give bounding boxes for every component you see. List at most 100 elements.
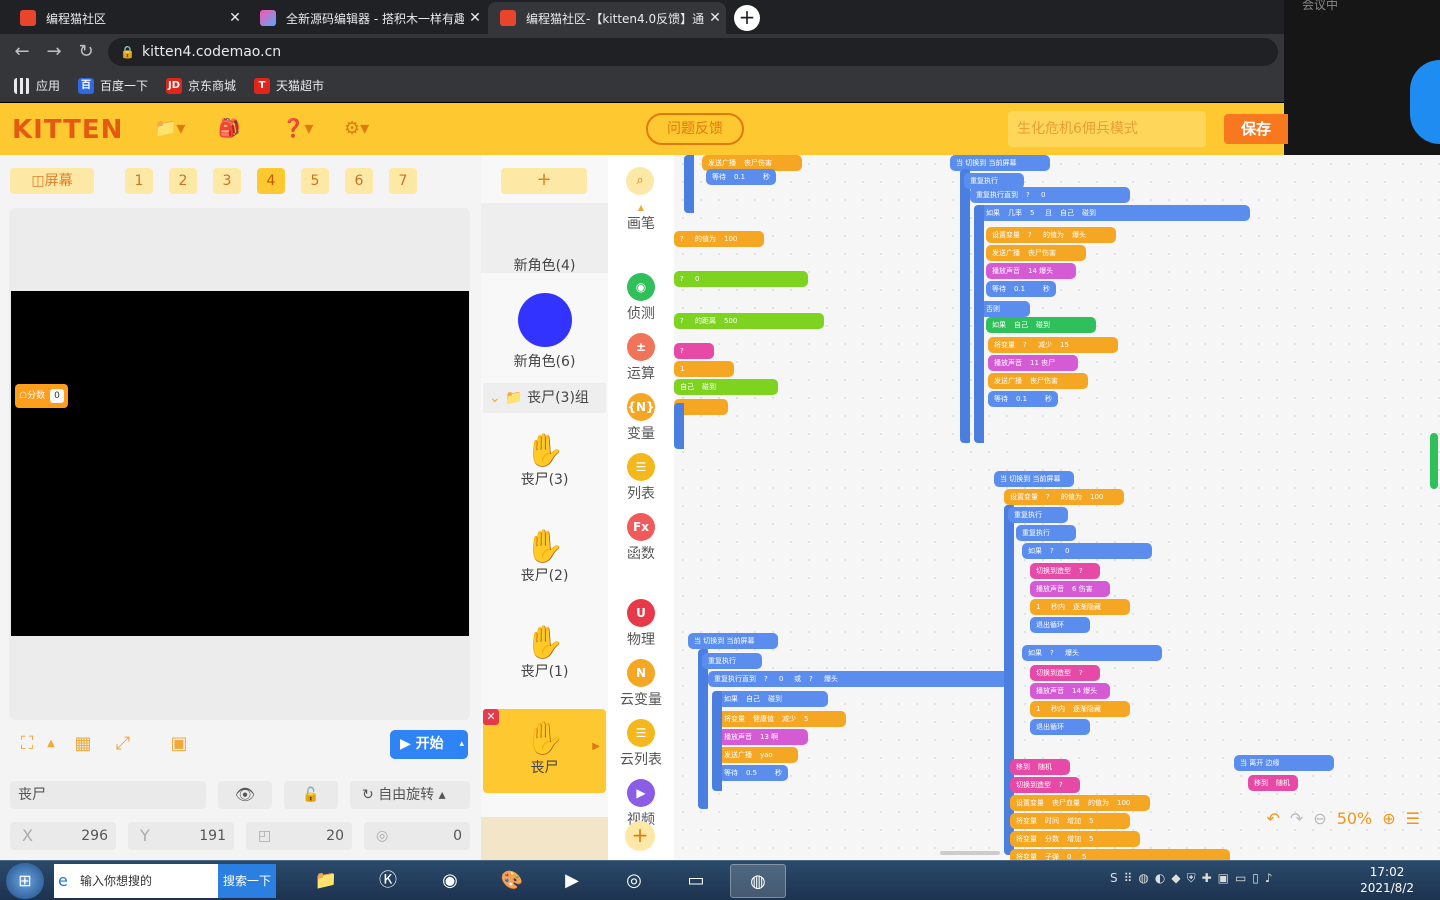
add-extension-button[interactable]: + <box>625 821 655 851</box>
stage-canvas[interactable] <box>11 291 469 636</box>
category-pen[interactable]: ✎画笔 <box>608 213 674 233</box>
meeting-app-icon[interactable]: ▭ <box>668 864 724 898</box>
category-detect[interactable]: ◉ 侦测 <box>608 273 674 323</box>
sprite-item[interactable]: 新角色(4) <box>481 203 608 274</box>
hat-block[interactable]: 当 切换到 当前屏幕 <box>688 633 778 649</box>
close-tab-icon[interactable]: ✕ <box>704 10 726 26</box>
forever-frame[interactable] <box>960 169 972 443</box>
arrange-icon[interactable]: ☰ <box>1406 809 1420 828</box>
scene-tab-2[interactable]: 2 <box>169 168 197 194</box>
bookmark-apps[interactable]: 应用 <box>14 76 60 96</box>
code-block[interactable]: 播放声音 6 伤害 <box>1030 581 1110 597</box>
browser-tab-active[interactable]: 编程猫社区-【kitten4.0反馈】通 ✕ <box>488 2 726 34</box>
code-block[interactable]: 退出循环 <box>1030 719 1090 735</box>
url-input[interactable]: 🔒 kitten4.codemao.cn <box>108 38 1278 66</box>
code-block[interactable]: 移到 随机 <box>1010 759 1070 775</box>
screen-button[interactable]: ◫屏幕 <box>10 168 94 194</box>
chevron-up-icon[interactable]: ▴ <box>459 730 464 759</box>
explorer-icon[interactable]: 📁 <box>298 864 354 898</box>
rotation-mode-select[interactable]: ↻ 自由旋转 ▴ <box>350 781 470 809</box>
feedback-button[interactable]: 问题反馈 <box>646 113 744 145</box>
taskbar-search-button[interactable]: 搜索一下 <box>218 864 276 898</box>
close-tab-icon[interactable]: ✕ <box>224 10 246 26</box>
save-button[interactable]: 保存 <box>1224 114 1288 144</box>
bookmark-jd[interactable]: JD 京东商城 <box>166 76 236 96</box>
sprite-item[interactable]: ✋ 丧尸(2) <box>481 527 608 611</box>
code-block[interactable]: 1 <box>674 361 734 377</box>
scene-tab-4[interactable]: 4 <box>257 168 285 194</box>
category-operator[interactable]: ± 运算 <box>608 333 674 383</box>
direction-field[interactable]: ◎ 0 <box>364 822 470 850</box>
chrome-icon[interactable]: ◍ <box>730 864 786 898</box>
chevron-right-icon[interactable]: ▶ <box>592 741 600 752</box>
eye-icon[interactable]: 👁 <box>218 781 272 809</box>
bookmark-tmall[interactable]: T 天猫超市 <box>254 76 324 96</box>
backpack-icon[interactable]: 🎒 <box>218 117 240 141</box>
code-block[interactable]: 1 秒内 逐渐隐藏 <box>1030 599 1130 615</box>
taskbar-clock[interactable]: 17:02 2021/8/2 <box>1360 864 1414 896</box>
code-block[interactable]: 重复执行 <box>1016 525 1076 541</box>
tray-icons[interactable]: S⠿◍◐◆⛨✚▣▭▯♪ <box>1110 871 1279 886</box>
code-workspace[interactable]: 发送广播 丧尸伤害 等待 0.1 秒? 的值为 100? 0? 的距离 500? 1 自己 碰到 2 当 切… <box>674 155 1440 860</box>
sprite-item[interactable]: 新角色(6) <box>481 287 608 373</box>
code-block[interactable]: 将变量 分数 增加 5 <box>1010 831 1140 847</box>
sprite-name-input[interactable]: 丧尸 <box>10 781 206 809</box>
scroll-handle[interactable] <box>1430 433 1438 489</box>
redo-icon[interactable]: ↷ <box>1290 809 1303 828</box>
code-block[interactable]: 重复执行直到? 0 或? 爆头 <box>708 671 1008 687</box>
fullscreen-icon[interactable]: ⤢ <box>112 733 134 755</box>
score-variable-monitor[interactable]: ☖ 分数 0 <box>15 384 68 408</box>
scroll-up-icon[interactable]: ▲ <box>608 203 674 212</box>
new-tab-button[interactable]: + <box>734 5 760 31</box>
sprite-group[interactable]: ⌄ 📁 丧尸(3)组 <box>483 383 606 413</box>
code-block[interactable]: 重复执行 <box>702 653 762 669</box>
y-field[interactable]: Y 191 <box>128 822 234 850</box>
code-block[interactable]: 等待 0.1 秒 <box>706 169 776 185</box>
gear-icon[interactable]: ⚙▾ <box>344 117 369 141</box>
code-block[interactable]: 切换到造型? <box>1030 665 1100 681</box>
horizontal-scrollbar[interactable] <box>940 851 1000 855</box>
condition-block[interactable]: ? 的距离 500 <box>674 313 824 329</box>
add-sprite-button[interactable]: + <box>501 168 587 194</box>
code-block[interactable]: 将变量 时间 增加 5 <box>1010 813 1130 829</box>
back-arrow-icon[interactable]: ← <box>10 40 34 64</box>
code-block[interactable]: 如果 几率 5 且自己 碰到 <box>980 205 1250 221</box>
code-block[interactable]: 将变量 子弹 0 5 <box>1010 849 1230 860</box>
scene-tab-3[interactable]: 3 <box>213 168 241 194</box>
code-block[interactable]: 如果? 爆头 <box>1022 645 1162 661</box>
code-block[interactable]: 如果? 0 <box>1022 543 1152 559</box>
code-block[interactable]: 重复执行 <box>1008 507 1068 523</box>
green-app-icon[interactable]: ◉ <box>422 864 478 898</box>
category-cloud-list[interactable]: ☰ 云列表 <box>608 719 674 769</box>
record-icon[interactable]: ▣ <box>168 733 190 755</box>
help-icon[interactable]: ❓▾ <box>282 117 313 141</box>
grid-icon[interactable]: ▦ <box>72 733 94 755</box>
close-tab-icon[interactable]: ✕ <box>464 10 486 26</box>
code-block[interactable]: 播放声音 14 爆头 <box>1030 683 1110 699</box>
x-field[interactable]: X 296 <box>10 822 116 850</box>
c-block-frame[interactable] <box>974 205 1014 443</box>
code-block[interactable]: 重复执行直到? 0 <box>970 187 1130 203</box>
bookmark-baidu[interactable]: 百 百度一下 <box>78 76 148 96</box>
code-block[interactable]: 移到 随机 <box>1248 775 1298 791</box>
scene-tab-6[interactable]: 6 <box>345 168 373 194</box>
category-cloud-variable[interactable]: N 云变量 <box>608 659 674 709</box>
kitten-app-icon[interactable]: Ⓚ <box>360 864 416 898</box>
code-block[interactable]: ? <box>674 343 714 359</box>
condition-block[interactable]: ? 0 <box>674 271 808 287</box>
code-block[interactable]: 退出循环 <box>1030 617 1090 633</box>
start-button[interactable]: ▶ 开始 ▴ <box>390 730 468 759</box>
condition-block[interactable]: 自己 碰到 <box>674 379 778 395</box>
c-block-frame[interactable] <box>712 691 742 791</box>
zoom-out-icon[interactable]: ⊖ <box>1313 809 1326 828</box>
search-icon[interactable]: ⌕ <box>626 167 654 195</box>
code-block[interactable]: 切换到造型? <box>1030 563 1100 579</box>
start-menu-icon[interactable]: ⊞ <box>6 863 44 899</box>
media-player-icon[interactable]: ▶ <box>544 864 600 898</box>
project-name-input[interactable]: 生化危机6佣兵模式 <box>1008 111 1206 147</box>
folder-icon[interactable]: 📁▾ <box>154 117 185 141</box>
hat-block[interactable]: 当 离开 边缘 <box>1234 755 1334 771</box>
forward-arrow-icon[interactable]: → <box>42 40 66 64</box>
category-function[interactable]: Fx 函数 <box>608 513 674 563</box>
sprite-item[interactable]: ✋ 丧尸(1) <box>481 623 608 707</box>
